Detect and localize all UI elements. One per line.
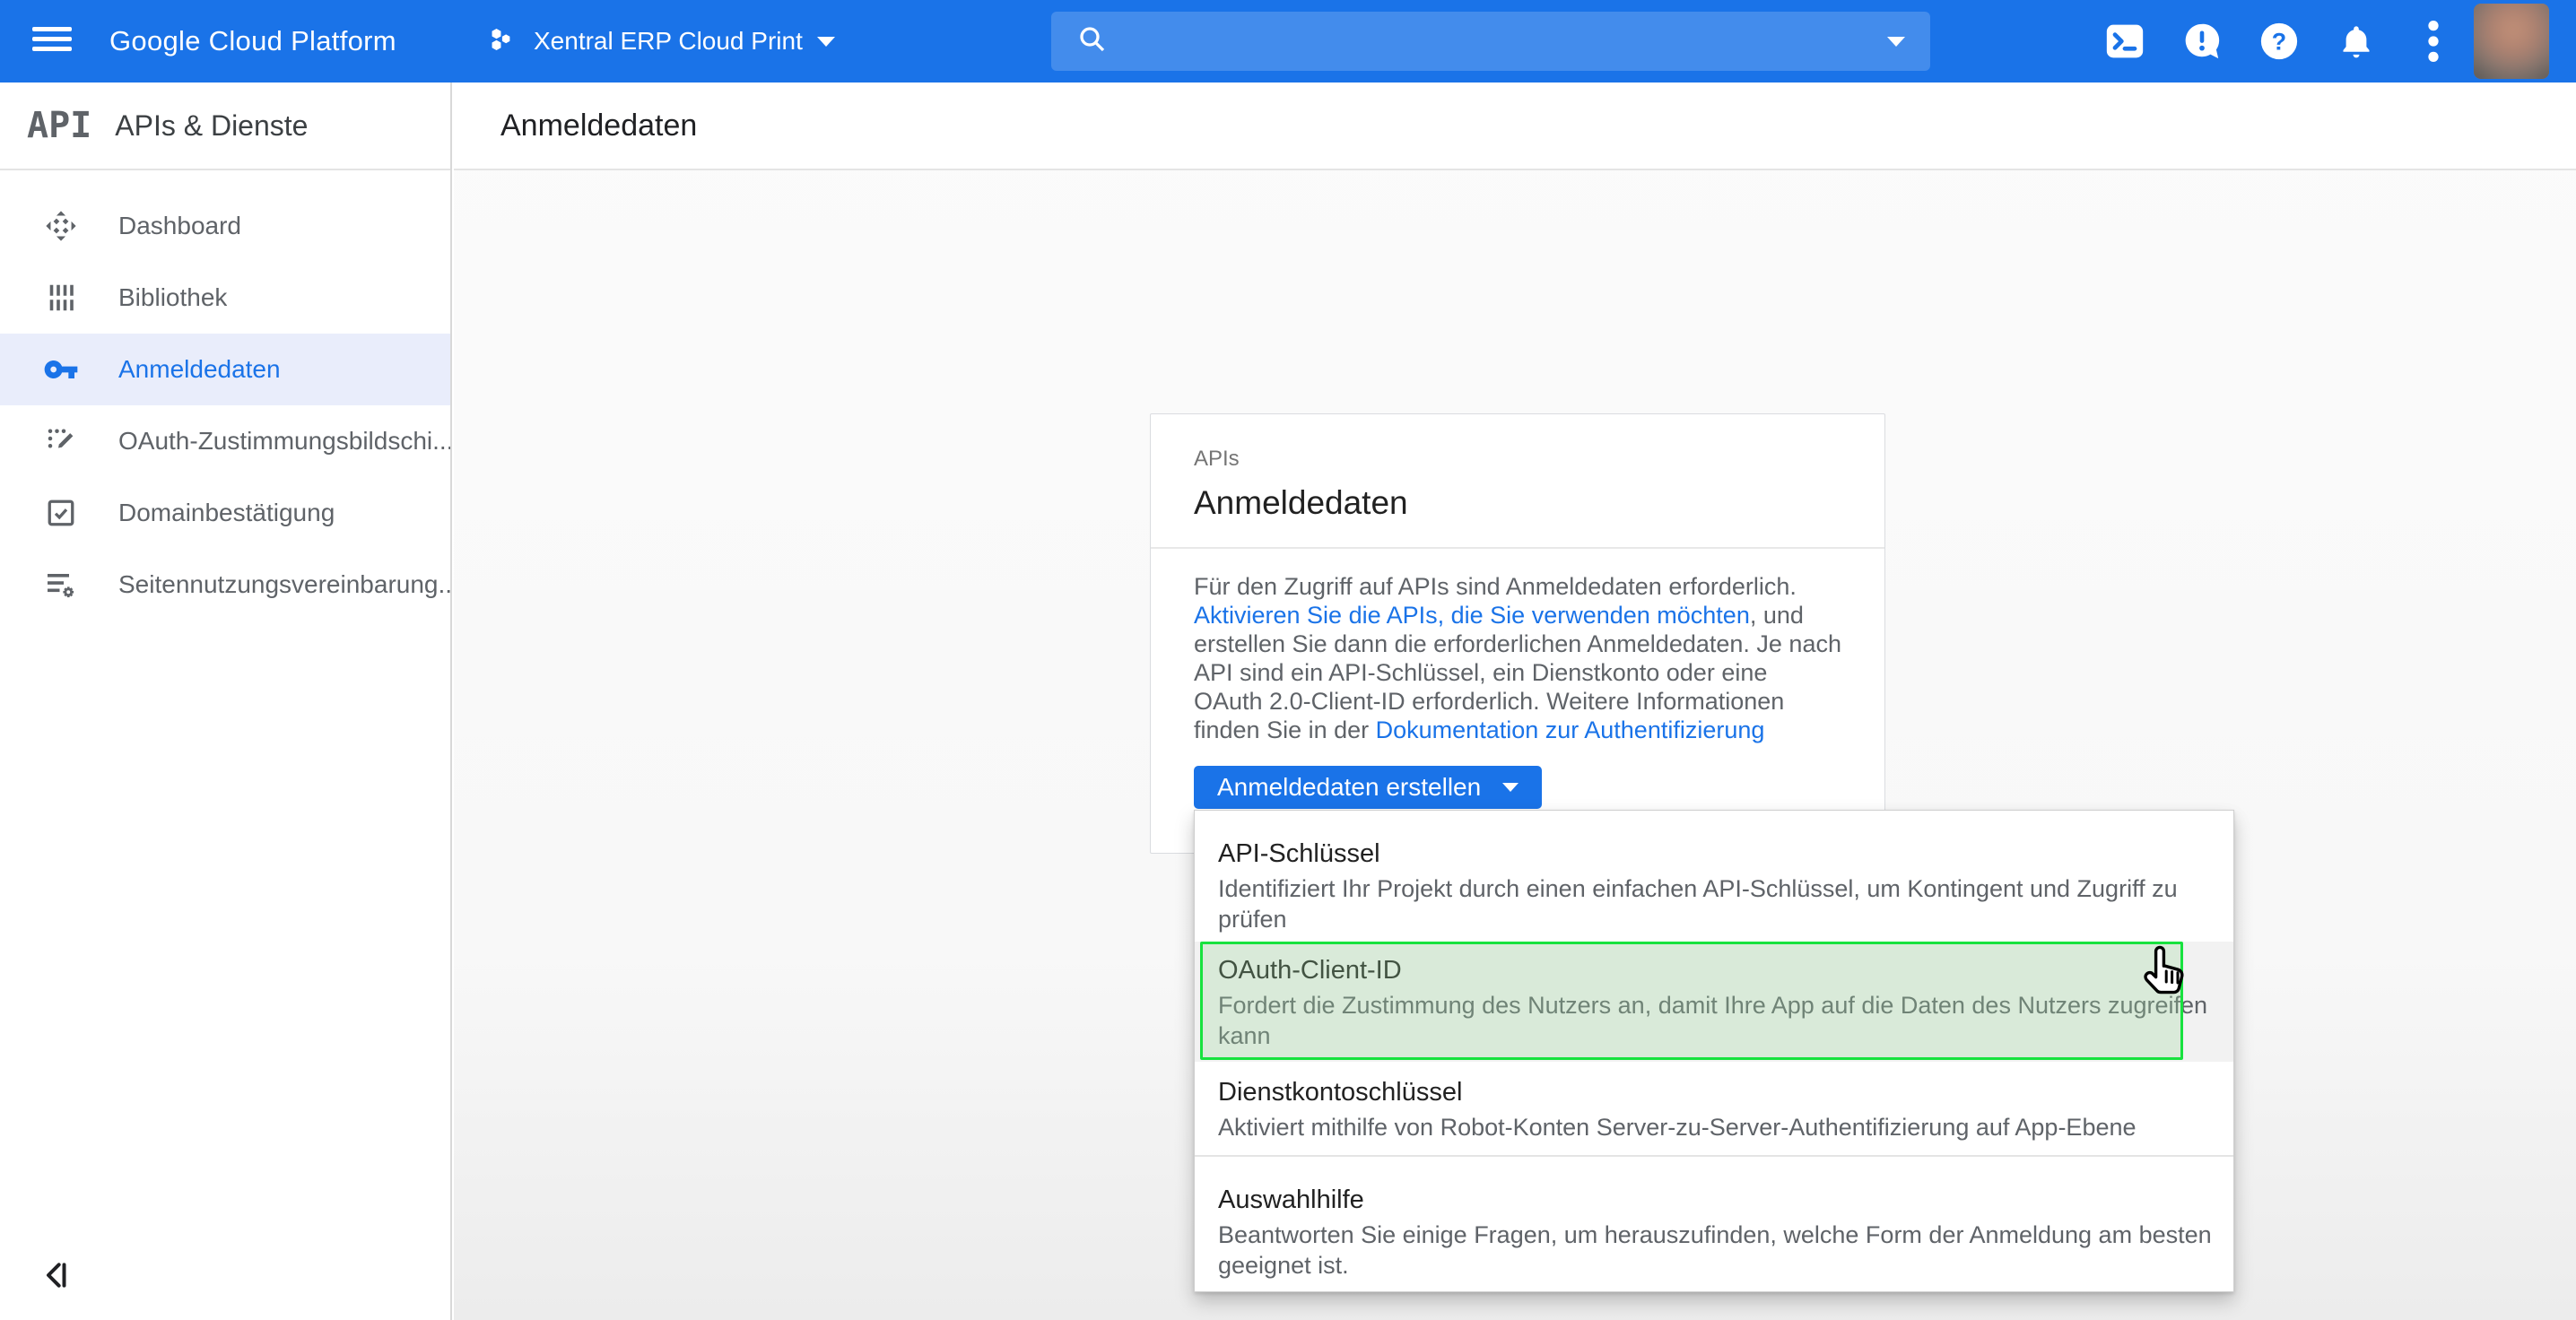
- menu-item-help-me-choose[interactable]: Auswahlhilfe Beantworten Sie einige Frag…: [1195, 1157, 2233, 1291]
- sidebar-item-label: Domainbestätigung: [118, 499, 335, 527]
- menu-item-service-account-key[interactable]: Dienstkontoschlüssel Aktiviert mithilfe …: [1195, 1062, 2233, 1155]
- cloud-shell-icon[interactable]: [2104, 21, 2145, 62]
- key-icon: [43, 352, 79, 387]
- help-icon[interactable]: ?: [2258, 21, 2300, 62]
- gcp-console-screen: Google Cloud Platform Xentral ERP Cloud …: [0, 0, 2576, 1320]
- sidebar-item-oauth-consent[interactable]: OAuth-Zustimmungsbildschi...: [0, 405, 450, 477]
- search-input[interactable]: [1051, 12, 1930, 71]
- page-header: Anmeldedaten: [454, 82, 2576, 170]
- avatar[interactable]: [2474, 4, 2549, 79]
- library-icon: [43, 280, 79, 316]
- menu-item-api-key[interactable]: API-Schlüssel Identifiziert Ihr Projekt …: [1195, 811, 2233, 942]
- sidebar-header: API APIs & Dienste: [0, 82, 450, 170]
- page-title: Anmeldedaten: [500, 109, 697, 143]
- card-eyebrow: APIs: [1194, 447, 1841, 472]
- menu-item-title: API-Schlüssel: [1218, 838, 2233, 870]
- menu-item-description: Aktiviert mithilfe von Robot-Konten Serv…: [1218, 1112, 2233, 1142]
- sidebar-item-label: Bibliothek: [118, 283, 227, 312]
- sidebar: API APIs & Dienste Dashboard: [0, 82, 452, 1320]
- menu-item-oauth-client-id[interactable]: OAuth-Client-ID Fordert die Zustimmung d…: [1195, 942, 2233, 1062]
- create-credentials-label: Anmeldedaten erstellen: [1217, 773, 1481, 802]
- sidebar-item-credentials[interactable]: Anmeldedaten: [0, 334, 450, 405]
- project-name: Xentral ERP Cloud Print: [534, 27, 803, 56]
- menu-item-title: Auswahlhilfe: [1218, 1184, 2233, 1216]
- page-agreement-icon: [43, 567, 79, 603]
- enable-apis-link[interactable]: Aktivieren Sie die APIs, die Sie verwend…: [1194, 602, 1750, 629]
- sidebar-item-library[interactable]: Bibliothek: [0, 262, 450, 334]
- sidebar-item-label: OAuth-Zustimmungsbildschi...: [118, 427, 450, 456]
- create-credentials-button[interactable]: Anmeldedaten erstellen: [1194, 766, 1542, 809]
- sidebar-item-label: Dashboard: [118, 212, 241, 240]
- sidebar-item-label: Anmeldedaten: [118, 355, 281, 384]
- project-selector[interactable]: Xentral ERP Cloud Print: [489, 0, 835, 82]
- sidebar-item-dashboard[interactable]: Dashboard: [0, 190, 450, 262]
- more-vertical-icon[interactable]: [2413, 21, 2454, 62]
- search-dropdown-icon[interactable]: [1887, 37, 1905, 47]
- project-icon: [489, 24, 519, 59]
- sidebar-item-label: Seitennutzungsvereinbarung...: [118, 570, 450, 599]
- auth-docs-link[interactable]: Dokumentation zur Authentifizierung: [1376, 716, 1765, 743]
- sidebar-item-domain-verification[interactable]: Domainbestätigung: [0, 477, 450, 549]
- consent-screen-icon: [43, 423, 79, 459]
- api-logo: API: [27, 105, 91, 146]
- search-icon: [1076, 23, 1109, 60]
- notifications-icon[interactable]: [2336, 21, 2377, 62]
- menu-item-title: Dienstkontoschlüssel: [1218, 1076, 2233, 1108]
- menu-item-description: Identifiziert Ihr Projekt durch einen ei…: [1218, 873, 2233, 934]
- card-text-1: Für den Zugriff auf APIs sind Anmeldedat…: [1194, 573, 1797, 600]
- card-title: Anmeldedaten: [1194, 484, 1841, 522]
- card-body: Für den Zugriff auf APIs sind Anmeldedat…: [1151, 549, 1884, 786]
- sidebar-nav: Dashboard Bibliothek Anmeldedaten: [0, 170, 450, 621]
- topbar-actions: ?: [2104, 0, 2454, 82]
- credentials-card: APIs Anmeldedaten Für den Zugriff auf AP…: [1150, 413, 1885, 854]
- top-app-bar: Google Cloud Platform Xentral ERP Cloud …: [0, 0, 2576, 82]
- brand-title[interactable]: Google Cloud Platform: [109, 0, 396, 82]
- menu-hamburger-icon[interactable]: [32, 22, 75, 61]
- card-description: Für den Zugriff auf APIs sind Anmeldedat…: [1194, 572, 1841, 744]
- domain-verification-icon: [43, 495, 79, 531]
- menu-item-description: Beantworten Sie einige Fragen, um heraus…: [1218, 1220, 2233, 1281]
- menu-item-description: Fordert die Zustimmung des Nutzers an, d…: [1218, 990, 2233, 1051]
- menu-item-title: OAuth-Client-ID: [1218, 954, 2233, 986]
- sidebar-item-page-usage-agreements[interactable]: Seitennutzungsvereinbarung...: [0, 549, 450, 621]
- svg-text:?: ?: [2272, 29, 2286, 56]
- chevron-down-icon: [817, 37, 835, 47]
- create-credentials-menu: API-Schlüssel Identifiziert Ihr Projekt …: [1194, 810, 2234, 1292]
- dashboard-icon: [43, 208, 79, 244]
- sidebar-product-title: APIs & Dienste: [115, 109, 308, 143]
- hand-pointer-cursor: [2142, 943, 2189, 1001]
- feedback-icon[interactable]: [2181, 21, 2223, 62]
- card-header: APIs Anmeldedaten: [1151, 414, 1884, 549]
- collapse-sidebar-icon[interactable]: [39, 1257, 75, 1293]
- button-caret-icon: [1502, 783, 1519, 792]
